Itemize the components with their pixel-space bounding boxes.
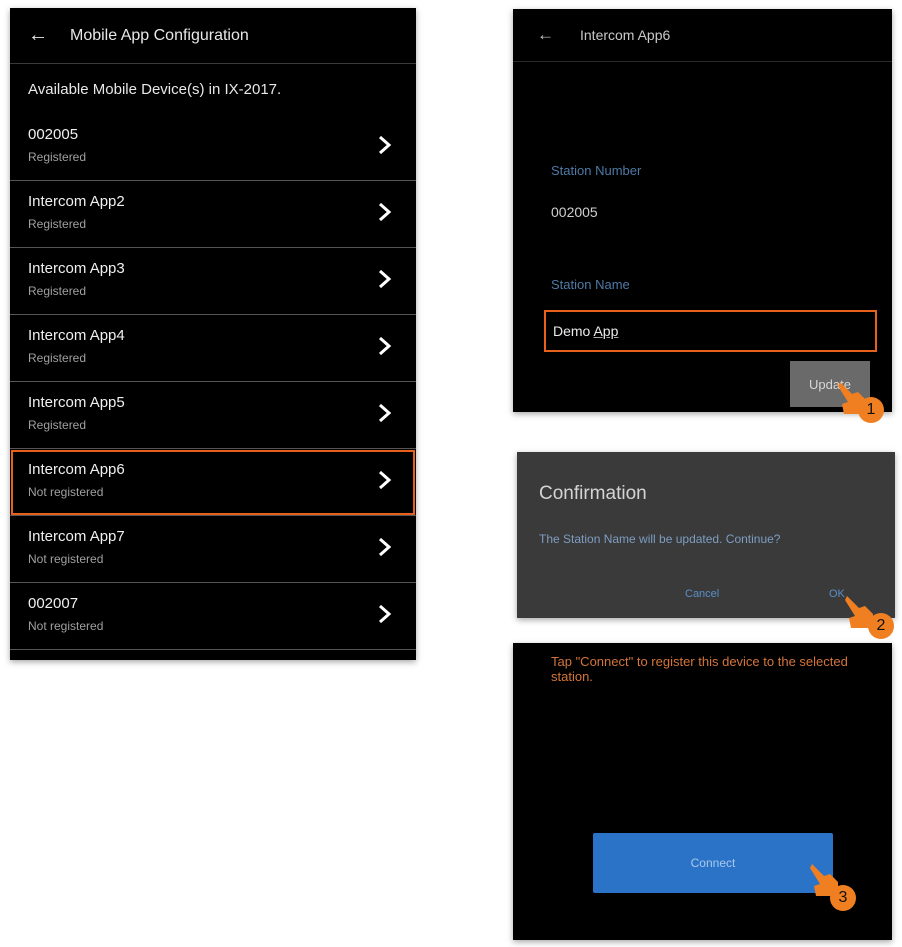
page-title: Mobile App Configuration (70, 26, 249, 44)
station-number-value: 002005 (551, 204, 598, 220)
confirmation-dialog: Confirmation The Station Name will be up… (517, 452, 895, 618)
back-arrow-icon[interactable]: ← (28, 24, 48, 47)
mobile-app-config-screen: ← Mobile App Configuration Available Mob… (10, 8, 416, 660)
chevron-right-icon (379, 470, 392, 490)
chevron-right-icon (379, 604, 392, 624)
item-name: Intercom App7 (28, 528, 125, 545)
item-name: 002005 (28, 126, 79, 143)
station-number-label: Station Number (551, 163, 642, 178)
item-status: Registered (28, 284, 87, 298)
list-item[interactable]: Intercom App4 Registered (10, 315, 416, 382)
item-status: Registered (28, 150, 87, 164)
station-name-text: Demo (553, 323, 594, 339)
header: ← Intercom App6 (513, 9, 892, 62)
item-status: Registered (28, 418, 87, 432)
station-name-underlined-text: App (593, 323, 619, 339)
dialog-message: The Station Name will be updated. Contin… (539, 532, 781, 546)
chevron-right-icon (379, 403, 392, 423)
chevron-right-icon (379, 202, 392, 222)
list-item[interactable]: Intercom App2 Registered (10, 181, 416, 248)
item-name: Intercom App6 (28, 461, 125, 478)
step-badge: 3 (830, 885, 856, 911)
back-arrow-icon[interactable]: ← (537, 25, 554, 45)
item-name: Intercom App5 (28, 394, 125, 411)
list-item[interactable]: 002005 Registered (10, 114, 416, 181)
dialog-title: Confirmation (539, 483, 647, 504)
item-name: 002007 (28, 595, 79, 612)
item-status: Not registered (28, 619, 104, 633)
list-item[interactable]: Intercom App3 Registered (10, 248, 416, 315)
item-status: Not registered (28, 552, 104, 566)
item-name: Intercom App4 (28, 327, 125, 344)
item-name: Intercom App3 (28, 260, 125, 277)
list-item[interactable]: 002007 Not registered (10, 583, 416, 650)
chevron-right-icon (379, 336, 392, 356)
station-name-value: Demo App (553, 323, 618, 339)
list-item-selected[interactable]: Intercom App6 Not registered (10, 449, 416, 516)
station-detail-screen: ← Intercom App6 Station Number 002005 St… (513, 9, 892, 412)
page-title: Intercom App6 (580, 27, 671, 43)
chevron-right-icon (379, 135, 392, 155)
chevron-right-icon (379, 537, 392, 557)
list-item[interactable]: Intercom App5 Registered (10, 382, 416, 449)
item-status: Registered (28, 217, 87, 231)
item-status: Registered (28, 351, 87, 365)
connect-instructions: Tap "Connect" to register this device to… (551, 654, 848, 684)
step-badge: 2 (868, 613, 894, 639)
item-status: Not registered (28, 485, 104, 499)
connect-button[interactable]: Connect (593, 833, 833, 893)
list-item[interactable]: Intercom App7 Not registered (10, 516, 416, 583)
chevron-right-icon (379, 269, 392, 289)
item-name: Intercom App2 (28, 193, 125, 210)
station-name-field[interactable]: Demo App (544, 310, 877, 352)
cancel-button[interactable]: Cancel (685, 588, 719, 600)
device-list-caption: Available Mobile Device(s) in IX-2017. (28, 80, 282, 98)
step-badge: 1 (858, 397, 884, 423)
station-name-label: Station Name (551, 277, 630, 292)
header: ← Mobile App Configuration (10, 8, 416, 64)
